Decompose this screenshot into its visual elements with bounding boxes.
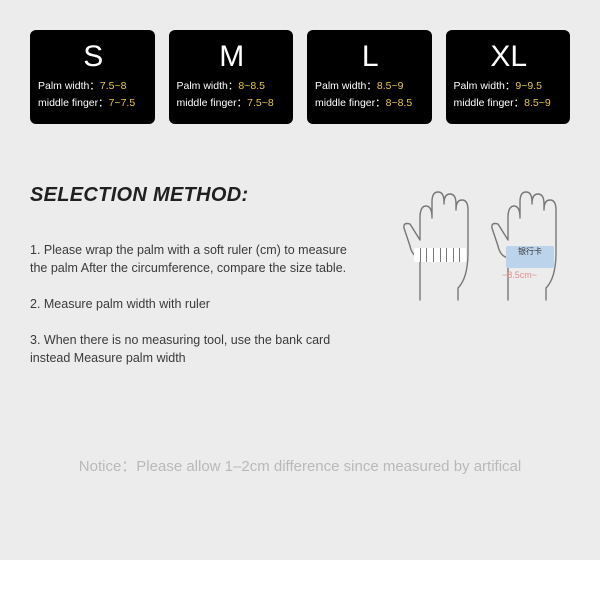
- palm-width-line: Palm width：8.5~9: [315, 78, 426, 95]
- hand-outline-icon: [400, 188, 482, 303]
- middle-finger-label: middle finger：: [38, 97, 109, 109]
- middle-finger-label: middle finger：: [315, 97, 386, 109]
- middle-finger-value: 7.5~8: [247, 97, 274, 109]
- palm-width-label: Palm width：: [38, 80, 100, 92]
- measurement-label: ~8.5cm~: [502, 270, 537, 280]
- middle-finger-value: 8~8.5: [386, 97, 413, 109]
- size-card-xl: XL Palm width：9~9.5 middle finger：8.5~9: [446, 30, 571, 124]
- palm-width-label: Palm width：: [454, 80, 516, 92]
- size-letter: XL: [454, 40, 565, 74]
- palm-width-label: Palm width：: [315, 80, 377, 92]
- size-card-s: S Palm width：7.5~8 middle finger：7~7.5: [30, 30, 155, 124]
- middle-finger-line: middle finger：7~7.5: [38, 95, 149, 112]
- hand-with-ruler-illustration: [400, 188, 482, 303]
- middle-finger-line: middle finger：7.5~8: [177, 95, 288, 112]
- middle-finger-line: middle finger：8.5~9: [454, 95, 565, 112]
- size-letter: L: [315, 40, 426, 74]
- bank-card-icon: 银行卡: [506, 246, 554, 268]
- size-letter: S: [38, 40, 149, 74]
- middle-finger-label: middle finger：: [177, 97, 248, 109]
- instructions-column: SELECTION METHOD: 1. Please wrap the pal…: [30, 184, 390, 386]
- size-card-row: S Palm width：7.5~8 middle finger：7~7.5 M…: [30, 30, 570, 124]
- hand-with-card-illustration: 银行卡 ~8.5cm~: [488, 188, 570, 303]
- palm-width-line: Palm width：9~9.5: [454, 78, 565, 95]
- step-2: 2. Measure palm width with ruler: [30, 295, 350, 313]
- palm-width-value: 8~8.5: [238, 80, 265, 92]
- palm-width-value: 9~9.5: [515, 80, 542, 92]
- step-1: 1. Please wrap the palm with a soft rule…: [30, 241, 350, 277]
- middle-finger-label: middle finger：: [454, 97, 525, 109]
- palm-width-line: Palm width：8~8.5: [177, 78, 288, 95]
- palm-width-label: Palm width：: [177, 80, 239, 92]
- middle-finger-line: middle finger：8~8.5: [315, 95, 426, 112]
- selection-method-heading: SELECTION METHOD:: [30, 184, 390, 207]
- palm-width-line: Palm width：7.5~8: [38, 78, 149, 95]
- illustration-column: 银行卡 ~8.5cm~: [400, 184, 570, 386]
- bank-card-label: 银行卡: [506, 246, 554, 257]
- notice-text: Notice：Please allow 1–2cm difference sin…: [30, 455, 570, 476]
- middle-finger-value: 7~7.5: [109, 97, 136, 109]
- ruler-icon: [414, 248, 466, 262]
- size-card-m: M Palm width：8~8.5 middle finger：7.5~8: [169, 30, 294, 124]
- palm-width-value: 8.5~9: [377, 80, 404, 92]
- size-card-l: L Palm width：8.5~9 middle finger：8~8.5: [307, 30, 432, 124]
- size-letter: M: [177, 40, 288, 74]
- content-row: SELECTION METHOD: 1. Please wrap the pal…: [30, 184, 570, 386]
- middle-finger-value: 8.5~9: [524, 97, 551, 109]
- step-3: 3. When there is no measuring tool, use …: [30, 331, 350, 367]
- sizing-panel: S Palm width：7.5~8 middle finger：7~7.5 M…: [0, 0, 600, 560]
- palm-width-value: 7.5~8: [100, 80, 127, 92]
